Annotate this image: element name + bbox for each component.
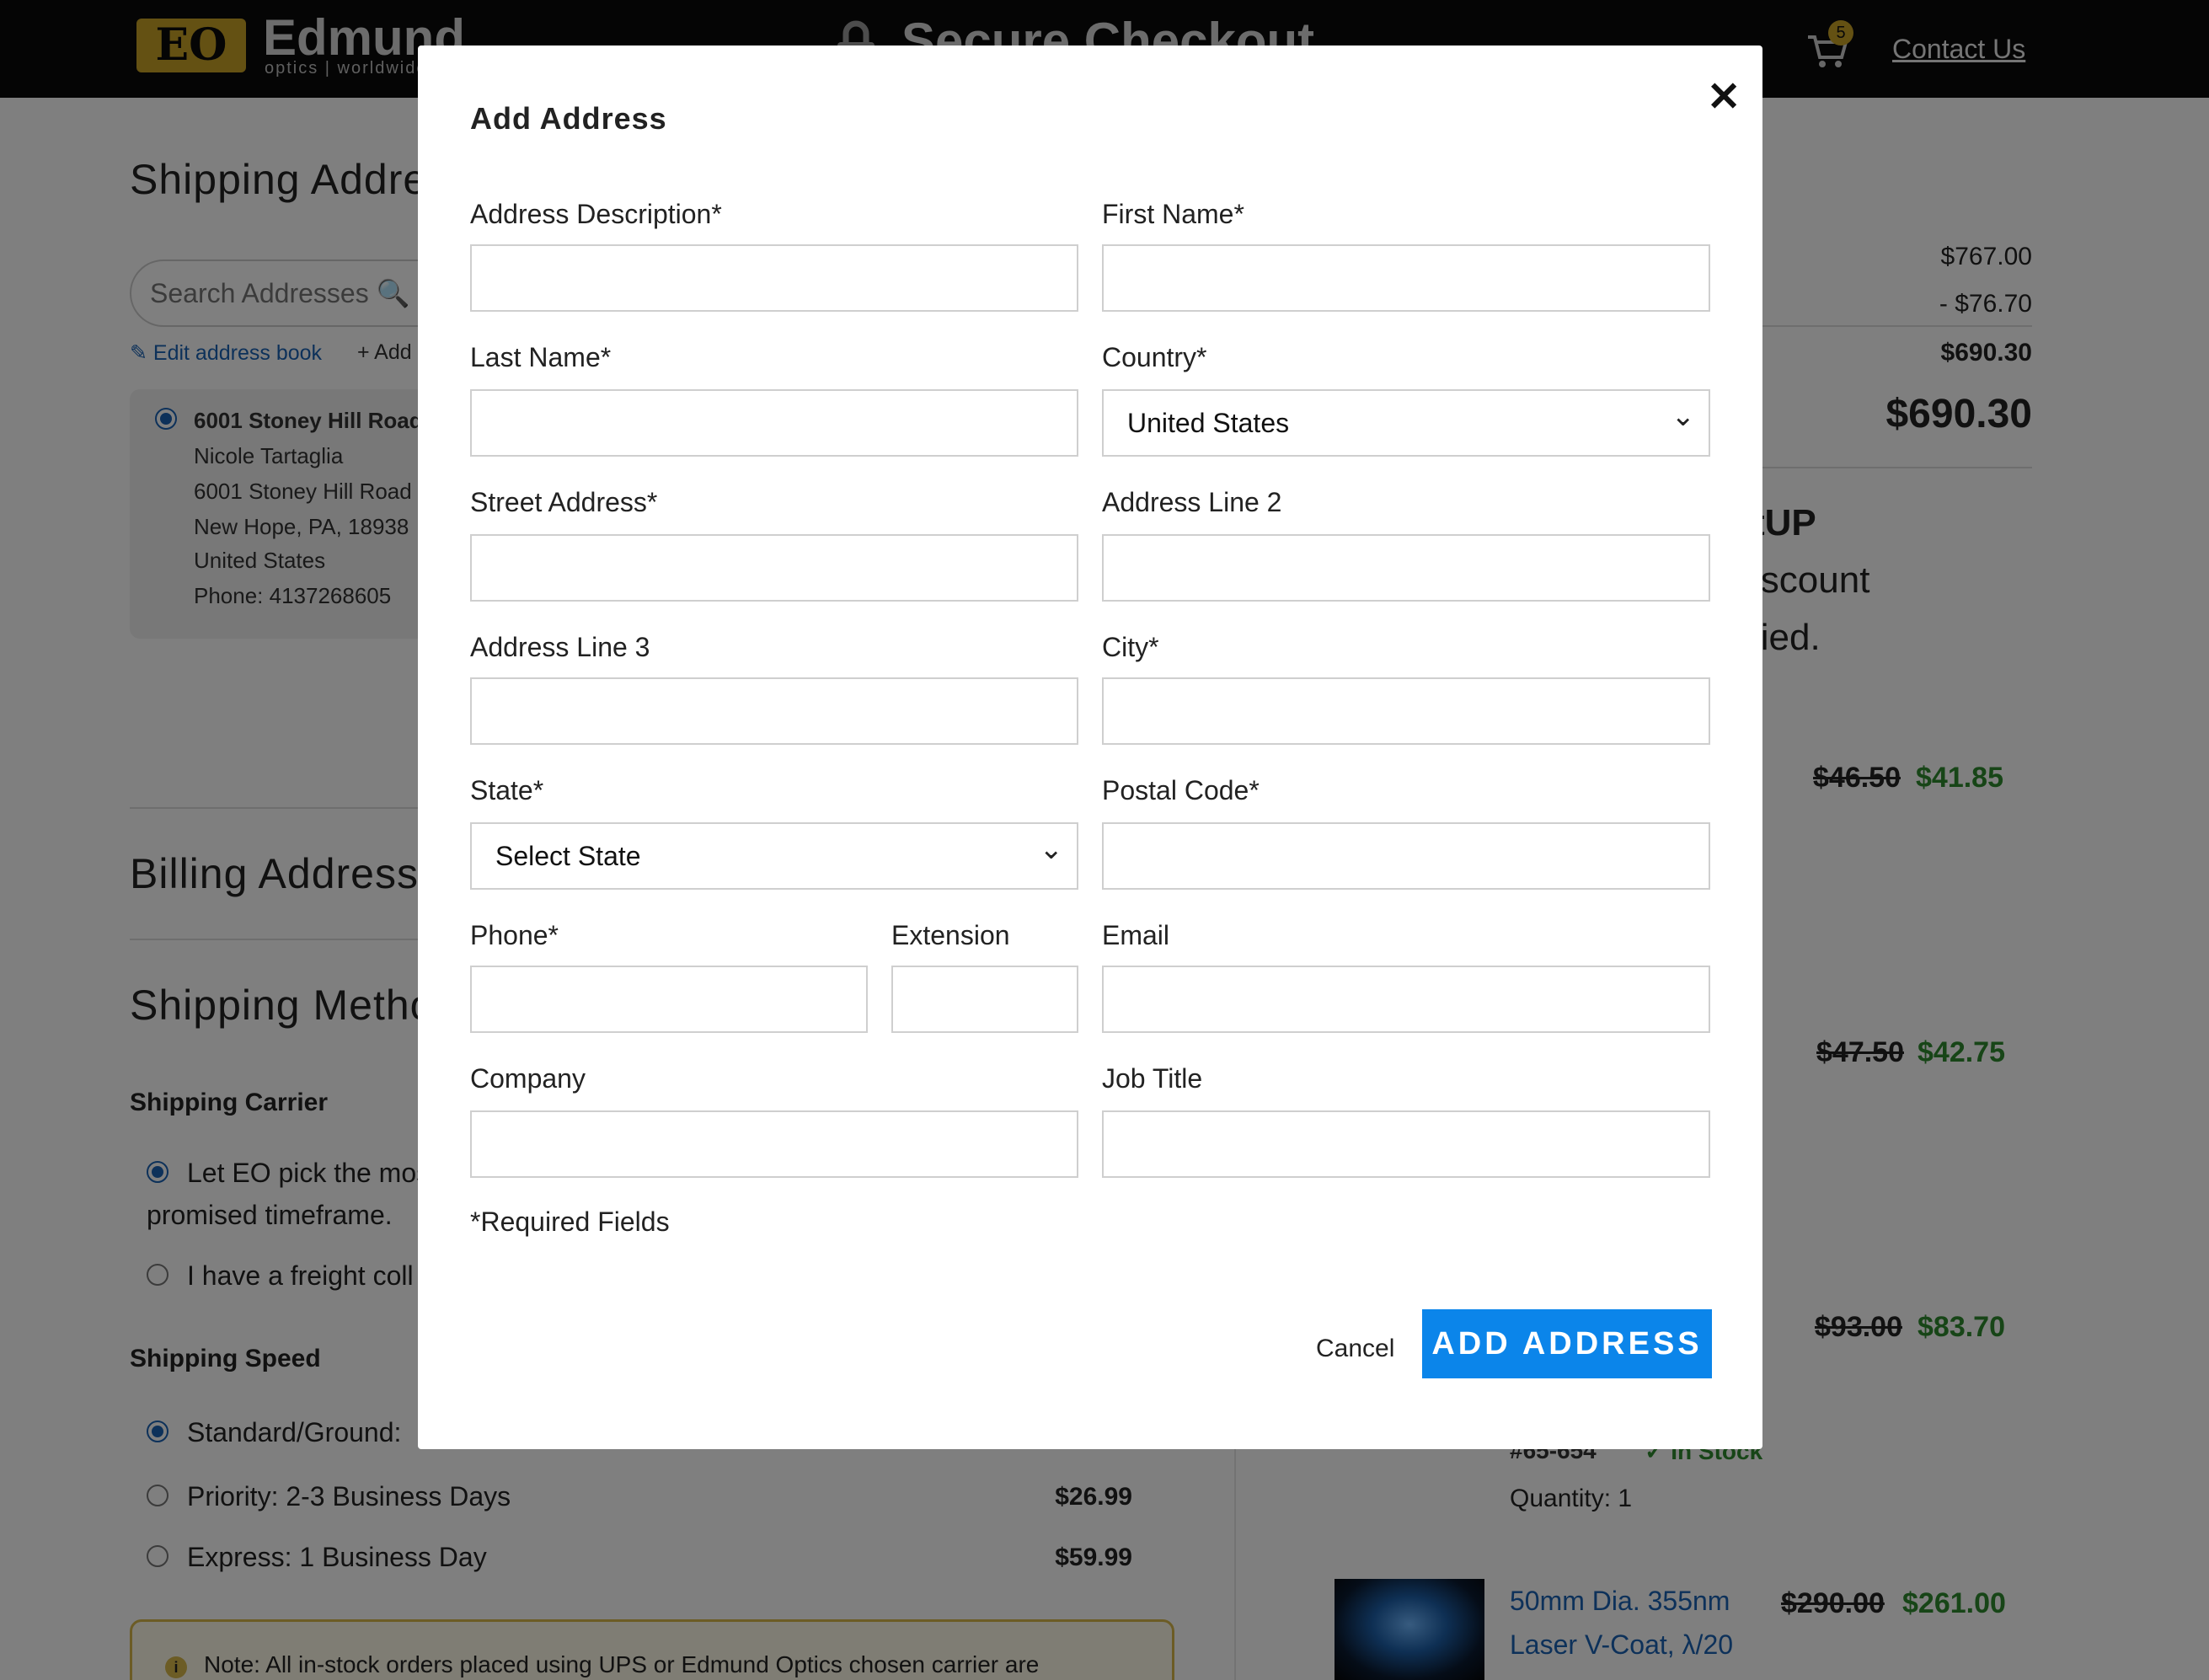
country-label: Country* [1102,342,1207,372]
state-label: State* [470,775,544,805]
city-label: City* [1102,632,1159,662]
job-title-label: Job Title [1102,1063,1203,1094]
close-icon[interactable]: ✕ [1707,78,1741,118]
country-value: United States [1127,408,1290,438]
add-address-modal: Add Address ✕ Address Description* First… [418,45,1762,1449]
email-label: Email [1102,920,1170,950]
country-select[interactable]: United States [1102,384,1710,457]
street-address-input[interactable] [470,534,1078,602]
job-title-input[interactable] [1102,1110,1710,1178]
street-address-label: Street Address* [470,487,658,517]
address-line-2-input[interactable] [1102,534,1710,602]
cancel-button[interactable]: Cancel [1316,1335,1394,1363]
postal-code-label: Postal Code* [1102,775,1260,805]
state-value: Select State [495,841,641,871]
city-input[interactable] [1102,677,1710,745]
company-label: Company [470,1063,586,1094]
last-name-label: Last Name* [470,342,612,372]
postal-code-input[interactable] [1102,822,1710,890]
phone-input[interactable] [470,966,868,1033]
first-name-input[interactable] [1102,244,1710,312]
address-line-2-label: Address Line 2 [1102,487,1282,517]
required-fields-note: *Required Fields [470,1206,670,1237]
address-line-3-label: Address Line 3 [470,632,650,662]
last-name-input[interactable] [470,389,1078,457]
address-description-input[interactable] [470,244,1078,312]
state-select[interactable]: Select State [470,817,1078,890]
modal-title: Add Address [470,101,667,136]
phone-label: Phone* [470,920,559,950]
address-line-3-input[interactable] [470,677,1078,745]
company-input[interactable] [470,1110,1078,1178]
extension-label: Extension [891,920,1010,950]
email-input[interactable] [1102,966,1710,1033]
first-name-label: First Name* [1102,199,1244,229]
add-address-button[interactable]: ADD ADDRESS [1422,1309,1712,1378]
extension-input[interactable] [891,966,1078,1033]
address-description-label: Address Description* [470,199,722,229]
